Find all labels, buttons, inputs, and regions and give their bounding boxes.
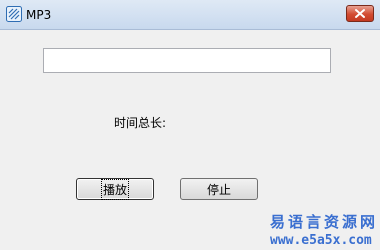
app-icon xyxy=(6,6,22,22)
close-button[interactable] xyxy=(346,5,374,22)
stop-button-label: 停止 xyxy=(206,182,231,197)
stop-button[interactable]: 停止 xyxy=(180,178,258,200)
close-icon xyxy=(355,9,365,18)
duration-label: 时间总长: xyxy=(114,116,167,130)
title-bar[interactable]: MP3 xyxy=(0,0,380,30)
watermark-site-name: 易语言资源网 xyxy=(270,213,379,231)
play-button[interactable]: 播放 xyxy=(76,178,154,200)
client-area: 时间总长: 播放 停止 易语言资源网 www.e5a5x.com xyxy=(0,30,380,250)
file-path-input[interactable] xyxy=(43,48,331,73)
window-title: MP3 xyxy=(26,8,52,22)
watermark-url: www.e5a5x.com xyxy=(270,233,372,248)
play-button-label: 播放 xyxy=(100,178,130,200)
app-window: MP3 时间总长: 播放 停止 易语言资源网 www.e5a5x.com xyxy=(0,0,380,250)
